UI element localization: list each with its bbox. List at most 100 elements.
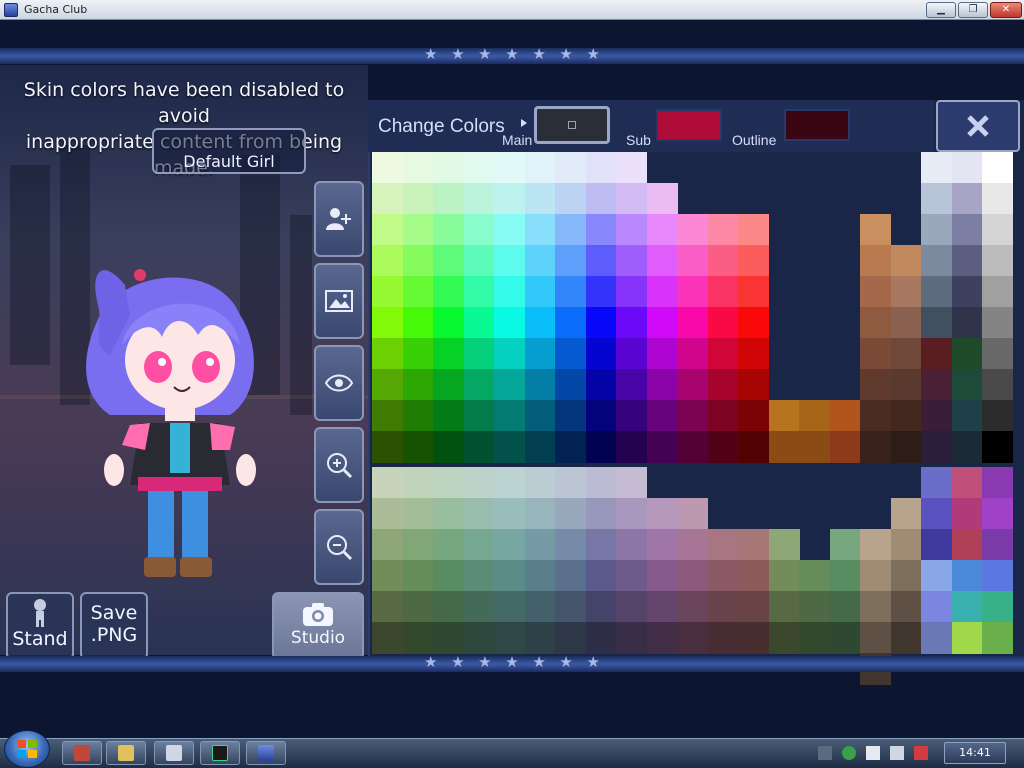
color-cell[interactable] bbox=[616, 529, 647, 561]
color-cell[interactable] bbox=[707, 560, 739, 592]
color-cell[interactable] bbox=[585, 591, 617, 623]
color-cell[interactable] bbox=[982, 622, 1013, 654]
color-cell[interactable] bbox=[585, 338, 617, 370]
color-cell[interactable] bbox=[921, 338, 952, 370]
color-cell[interactable] bbox=[585, 307, 617, 339]
color-cell[interactable] bbox=[890, 400, 922, 432]
color-cell[interactable] bbox=[463, 400, 495, 432]
color-cell[interactable] bbox=[463, 622, 495, 654]
color-cell[interactable] bbox=[890, 591, 922, 623]
color-cell[interactable] bbox=[555, 307, 586, 339]
color-cell[interactable] bbox=[921, 591, 952, 623]
color-cell[interactable] bbox=[860, 214, 891, 246]
color-cell[interactable] bbox=[921, 622, 952, 654]
color-cell[interactable] bbox=[463, 560, 495, 592]
color-cell[interactable] bbox=[646, 214, 678, 246]
stand-button[interactable]: Stand bbox=[6, 592, 74, 660]
color-cell[interactable] bbox=[829, 591, 861, 623]
color-cell[interactable] bbox=[555, 152, 586, 184]
color-cell[interactable] bbox=[585, 560, 617, 592]
color-cell[interactable] bbox=[890, 622, 922, 654]
taskbar-item-gacha-club[interactable] bbox=[246, 741, 286, 765]
color-cell[interactable] bbox=[585, 431, 617, 463]
color-cell[interactable] bbox=[738, 245, 769, 277]
color-cell[interactable] bbox=[616, 307, 647, 339]
taskbar-item-archive[interactable] bbox=[62, 741, 102, 765]
color-cell[interactable] bbox=[921, 369, 952, 401]
color-cell[interactable] bbox=[372, 431, 403, 463]
color-cell[interactable] bbox=[402, 400, 434, 432]
color-cell[interactable] bbox=[463, 152, 495, 184]
color-cell[interactable] bbox=[585, 245, 617, 277]
color-cell[interactable] bbox=[372, 307, 403, 339]
color-cell[interactable] bbox=[524, 307, 556, 339]
color-cell[interactable] bbox=[494, 560, 525, 592]
color-cell[interactable] bbox=[677, 245, 708, 277]
visibility-button[interactable] bbox=[314, 345, 364, 421]
color-cell[interactable] bbox=[921, 560, 952, 592]
color-cell[interactable] bbox=[402, 498, 434, 530]
color-cell[interactable] bbox=[951, 591, 983, 623]
color-cell[interactable] bbox=[677, 338, 708, 370]
color-cell[interactable] bbox=[463, 183, 495, 215]
color-cell[interactable] bbox=[921, 529, 952, 561]
color-cell[interactable] bbox=[768, 400, 800, 432]
color-cell[interactable] bbox=[555, 276, 586, 308]
color-cell[interactable] bbox=[951, 369, 983, 401]
color-cell[interactable] bbox=[677, 529, 708, 561]
color-cell[interactable] bbox=[982, 467, 1013, 499]
color-cell[interactable] bbox=[494, 431, 525, 463]
color-cell[interactable] bbox=[616, 622, 647, 654]
character-preview[interactable] bbox=[70, 245, 270, 585]
color-cell[interactable] bbox=[768, 431, 800, 463]
color-cell[interactable] bbox=[555, 214, 586, 246]
color-cell[interactable] bbox=[433, 338, 464, 370]
color-cell[interactable] bbox=[890, 307, 922, 339]
taskbar-clock[interactable]: 14:41 bbox=[944, 742, 1006, 764]
color-cell[interactable] bbox=[860, 245, 891, 277]
color-cell[interactable] bbox=[951, 498, 983, 530]
color-cell[interactable] bbox=[524, 560, 556, 592]
color-cell[interactable] bbox=[433, 245, 464, 277]
color-cell[interactable] bbox=[921, 498, 952, 530]
color-cell[interactable] bbox=[738, 400, 769, 432]
color-cell[interactable] bbox=[646, 529, 678, 561]
color-cell[interactable] bbox=[524, 152, 556, 184]
color-cell[interactable] bbox=[524, 369, 556, 401]
color-cell[interactable] bbox=[921, 467, 952, 499]
color-cell[interactable] bbox=[768, 622, 800, 654]
color-cell[interactable] bbox=[921, 183, 952, 215]
color-cell[interactable] bbox=[982, 214, 1013, 246]
color-cell[interactable] bbox=[860, 338, 891, 370]
tray-volume-icon[interactable] bbox=[914, 746, 928, 760]
color-cell[interactable] bbox=[524, 400, 556, 432]
color-cell[interactable] bbox=[585, 400, 617, 432]
taskbar-item-terminal[interactable] bbox=[200, 741, 240, 765]
color-cell[interactable] bbox=[799, 591, 830, 623]
color-cell[interactable] bbox=[921, 307, 952, 339]
color-cell[interactable] bbox=[646, 338, 678, 370]
color-cell[interactable] bbox=[402, 560, 434, 592]
color-cell[interactable] bbox=[707, 307, 739, 339]
color-cell[interactable] bbox=[433, 591, 464, 623]
color-cell[interactable] bbox=[829, 400, 861, 432]
color-cell[interactable] bbox=[433, 498, 464, 530]
color-cell[interactable] bbox=[738, 214, 769, 246]
color-cell[interactable] bbox=[463, 276, 495, 308]
color-cell[interactable] bbox=[982, 276, 1013, 308]
color-cell[interactable] bbox=[646, 622, 678, 654]
color-cell[interactable] bbox=[982, 498, 1013, 530]
color-cell[interactable] bbox=[616, 400, 647, 432]
color-cell[interactable] bbox=[494, 245, 525, 277]
color-cell[interactable] bbox=[860, 622, 891, 654]
color-cell[interactable] bbox=[372, 591, 403, 623]
color-cell[interactable] bbox=[890, 498, 922, 530]
color-cell[interactable] bbox=[463, 369, 495, 401]
color-cell[interactable] bbox=[890, 338, 922, 370]
color-cell[interactable] bbox=[738, 529, 769, 561]
color-cell[interactable] bbox=[524, 276, 556, 308]
color-cell[interactable] bbox=[402, 369, 434, 401]
color-cell[interactable] bbox=[982, 400, 1013, 432]
close-window-button[interactable]: ✕ bbox=[990, 2, 1022, 18]
color-cell[interactable] bbox=[646, 369, 678, 401]
